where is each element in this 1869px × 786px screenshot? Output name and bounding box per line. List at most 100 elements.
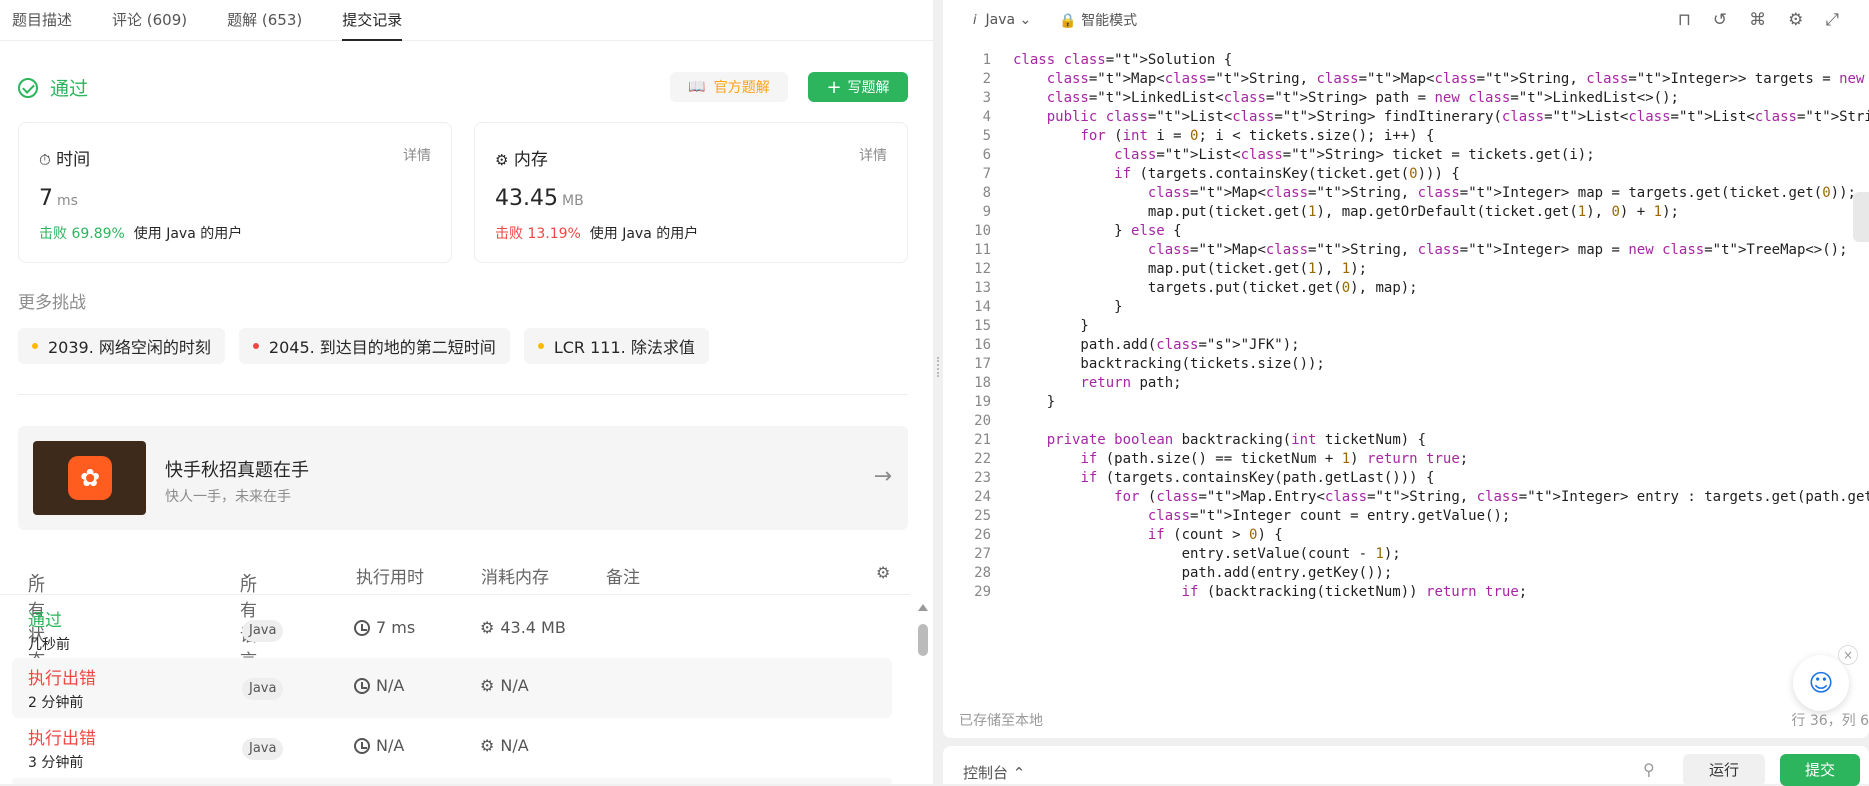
code-line[interactable]: if (path.size() == ticketNum + 1) return… bbox=[1013, 451, 1468, 467]
line-number: 3 bbox=[982, 90, 991, 106]
header-memory: 消耗内存 bbox=[481, 568, 549, 588]
settings-icon[interactable]: ⚙ bbox=[1788, 10, 1803, 30]
submission-runtime: N/A bbox=[354, 736, 404, 755]
runtime-detail-link[interactable]: 详情 bbox=[403, 145, 431, 170]
tab-solutions[interactable]: 题解 (653) bbox=[227, 0, 302, 41]
code-line[interactable]: backtracking(tickets.size()); bbox=[1013, 356, 1324, 372]
settings-gear-icon[interactable]: ⚙ bbox=[876, 563, 890, 582]
code-line[interactable]: entry.setValue(count - 1); bbox=[1013, 546, 1401, 562]
side-tab[interactable] bbox=[1853, 192, 1869, 242]
chip-icon: ⚙ bbox=[480, 618, 495, 637]
panel-resize-handle[interactable] bbox=[933, 0, 943, 784]
chip-icon: ⚙ bbox=[480, 676, 495, 695]
challenge-chips: 2039. 网络空闲的时刻 2045. 到达目的地的第二短时间 LCR 111.… bbox=[18, 328, 709, 364]
console-toggle[interactable]: 控制台 ⌃ bbox=[963, 762, 1025, 783]
code-line[interactable]: class="t">Map<class="t">String, class="t… bbox=[1013, 185, 1856, 201]
line-number: 11 bbox=[974, 242, 991, 258]
code-line[interactable]: class="t">Integer count = entry.getValue… bbox=[1013, 508, 1510, 524]
expand-icon[interactable]: ⤢ bbox=[1825, 10, 1839, 30]
code-editor[interactable]: i Java ⌄ 🔒 智能模式 ⊓ ↺ ⌘ ⚙ ⤢ 1 class class="… bbox=[943, 0, 1869, 738]
code-line[interactable]: } else { bbox=[1013, 223, 1181, 239]
tab-description[interactable]: 题目描述 bbox=[12, 0, 72, 41]
code-line[interactable]: private boolean backtracking(int ticketN… bbox=[1013, 432, 1426, 448]
code-line[interactable]: } bbox=[1013, 394, 1055, 410]
right-panel: i Java ⌄ 🔒 智能模式 ⊓ ↺ ⌘ ⚙ ⤢ 1 class class="… bbox=[943, 0, 1869, 786]
line-number: 20 bbox=[974, 413, 991, 429]
submit-button[interactable]: 提交 bbox=[1780, 754, 1860, 786]
submission-status[interactable]: 执行出错 bbox=[28, 664, 96, 689]
scroll-up-icon[interactable] bbox=[918, 604, 928, 611]
code-line[interactable]: class class="t">Solution { bbox=[1013, 52, 1232, 68]
scrollbar-thumb[interactable] bbox=[918, 624, 928, 656]
submission-row[interactable]: 通过 几秒前 Java 7 ms ⚙ 43.4 MB bbox=[12, 600, 892, 660]
close-icon[interactable]: × bbox=[1838, 645, 1858, 665]
line-number: 15 bbox=[974, 318, 991, 334]
write-solution-button[interactable]: + 写题解 bbox=[808, 72, 908, 102]
mode-toggle[interactable]: 🔒 智能模式 bbox=[1059, 10, 1137, 30]
code-line[interactable]: return path; bbox=[1013, 375, 1181, 391]
submission-row[interactable] bbox=[12, 778, 892, 784]
difficulty-dot bbox=[252, 343, 259, 349]
bookmark-icon[interactable]: ⊓ bbox=[1678, 10, 1691, 30]
challenge-chip[interactable]: 2045. 到达目的地的第二短时间 bbox=[238, 328, 510, 364]
chat-bot-icon[interactable]: ☺ bbox=[1793, 655, 1849, 711]
code-line[interactable]: class="t">List<class="t">String> ticket … bbox=[1013, 147, 1594, 163]
challenge-chip[interactable]: LCR 111. 除法求值 bbox=[523, 328, 709, 364]
code-line[interactable]: class="t">Map<class="t">String, class="t… bbox=[1013, 242, 1848, 258]
runtime-beat: 击败 69.89% 使用 Java 的用户 bbox=[39, 226, 243, 242]
reset-icon[interactable]: ↺ bbox=[1713, 10, 1727, 30]
code-line[interactable]: map.put(ticket.get(1), map.getOrDefault(… bbox=[1013, 204, 1679, 220]
language-badge: Java bbox=[242, 678, 284, 700]
line-number: 28 bbox=[974, 565, 991, 581]
line-number: 16 bbox=[974, 337, 991, 353]
code-line[interactable]: public class="t">List<class="t">String> … bbox=[1013, 109, 1869, 125]
tab-bar: 题目描述 评论 (609) 题解 (653) 提交记录 bbox=[0, 0, 933, 41]
language-select[interactable]: i Java ⌄ bbox=[973, 12, 1031, 28]
header-note: 备注 bbox=[606, 568, 640, 588]
code-line[interactable]: for (class="t">Map.Entry<class="t">Strin… bbox=[1013, 489, 1869, 505]
filter-language[interactable]: 所有语言 ⌄ bbox=[240, 563, 257, 671]
official-solution-button[interactable]: 📖 官方题解 bbox=[670, 72, 788, 102]
code-line[interactable]: } bbox=[1013, 318, 1088, 334]
tab-comments[interactable]: 评论 (609) bbox=[112, 0, 187, 41]
run-button[interactable]: 运行 bbox=[1683, 754, 1765, 786]
memory-detail-link[interactable]: 详情 bbox=[859, 145, 887, 170]
submission-status[interactable]: 执行出错 bbox=[28, 724, 96, 749]
line-number: 10 bbox=[974, 223, 991, 239]
promo-title: 快手秋招真题在手 bbox=[165, 460, 309, 481]
left-panel: 题目描述 评论 (609) 题解 (653) 提交记录 通过 📖 官方题解 + … bbox=[0, 0, 933, 784]
line-number: 18 bbox=[974, 375, 991, 391]
result-title: 通过 bbox=[50, 78, 89, 100]
submission-row[interactable]: 执行出错 3 分钟前 Java N/A ⚙ N/A bbox=[12, 718, 892, 778]
code-line[interactable]: targets.put(ticket.get(0), map); bbox=[1013, 280, 1418, 296]
code-line[interactable]: if (count > 0) { bbox=[1013, 527, 1283, 543]
filter-status[interactable]: 所有状态 ⌄ bbox=[28, 563, 45, 671]
code-line[interactable]: } bbox=[1013, 299, 1122, 315]
submission-status[interactable]: 通过 bbox=[28, 606, 62, 631]
lock-icon: 🔒 bbox=[1059, 13, 1077, 29]
submission-row[interactable]: 执行出错 2 分钟前 Java N/A ⚙ N/A bbox=[12, 658, 892, 718]
code-line[interactable]: map.put(ticket.get(1), 1); bbox=[1013, 261, 1367, 277]
difficulty-dot bbox=[32, 343, 38, 349]
tab-submissions[interactable]: 提交记录 bbox=[342, 0, 403, 41]
code-line[interactable]: class="t">LinkedList<class="t">String> p… bbox=[1013, 90, 1679, 106]
challenge-chip[interactable]: 2039. 网络空闲的时刻 bbox=[18, 328, 225, 364]
code-line[interactable]: class="t">Map<class="t">String, class="t… bbox=[1013, 71, 1869, 87]
debug-icon[interactable]: ⚲ bbox=[1643, 760, 1655, 779]
line-number: 9 bbox=[982, 204, 991, 220]
promo-banner[interactable]: ✿ 快手秋招真题在手 快人一手，未来在手 → bbox=[18, 426, 908, 530]
line-number: 24 bbox=[974, 489, 991, 505]
code-line[interactable]: if (backtracking(ticketNum)) return true… bbox=[1013, 584, 1528, 600]
code-line[interactable]: path.add(class="s">"JFK"); bbox=[1013, 337, 1299, 353]
code-line[interactable]: if (targets.containsKey(ticket.get(0))) … bbox=[1013, 166, 1460, 182]
code-area[interactable]: 1 class class="t">Solution {2 class="t">M… bbox=[943, 50, 1869, 694]
code-line[interactable]: path.add(entry.getKey()); bbox=[1013, 565, 1393, 581]
code-line[interactable]: for (int i = 0; i < tickets.size(); i++)… bbox=[1013, 128, 1434, 144]
submissions-scrollbar[interactable] bbox=[918, 604, 928, 784]
book-icon: 📖 bbox=[688, 79, 706, 95]
language-badge: Java bbox=[242, 738, 284, 760]
code-line[interactable]: if (targets.containsKey(path.getLast()))… bbox=[1013, 470, 1434, 486]
line-number: 6 bbox=[982, 147, 991, 163]
line-number: 14 bbox=[974, 299, 991, 315]
command-icon[interactable]: ⌘ bbox=[1749, 10, 1766, 30]
